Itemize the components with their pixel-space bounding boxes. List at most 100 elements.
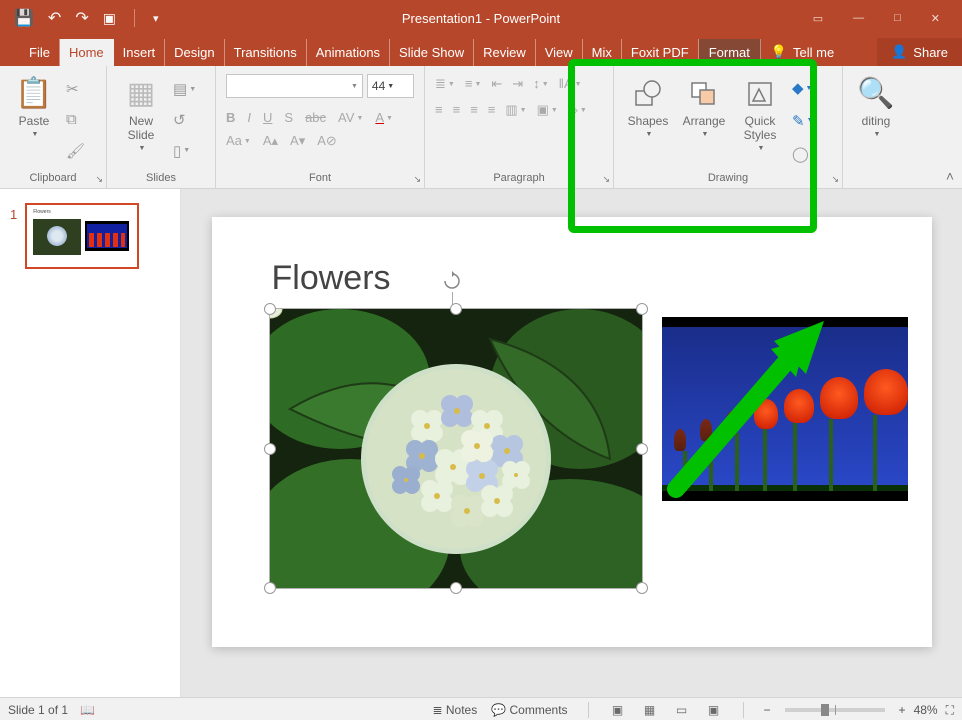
undo-icon[interactable]: ↶ [48,8,61,28]
font-color-button[interactable]: A▼ [375,110,393,125]
tab-review[interactable]: Review [474,39,536,66]
ribbon-display-options-icon[interactable]: ▭ [813,12,823,25]
tab-mix[interactable]: Mix [583,39,622,66]
underline-button[interactable]: U [263,110,272,125]
start-from-beginning-icon[interactable]: ▣ [103,10,116,27]
editing-button[interactable]: 🔍 diting ▼ [849,70,903,186]
shadow-button[interactable]: S [284,110,293,125]
normal-view-icon[interactable]: ▣ [609,703,627,717]
tab-animations[interactable]: Animations [307,39,390,66]
group-drawing: Shapes ▼ Arrange ▼ Quick Styles ▼ ◆▼ ✎▼ [614,66,843,188]
slide-title-text[interactable]: Flowers [272,259,391,298]
resize-handle-mid-left[interactable] [264,443,276,455]
clipboard-dialog-launcher-icon[interactable]: ↘ [95,174,103,185]
zoom-in-button[interactable]: + [899,703,906,717]
decrease-font-button[interactable]: A▾ [290,133,305,149]
strike-button[interactable]: abc [305,110,326,125]
resize-handle-mid-right[interactable] [636,443,648,455]
new-slide-button[interactable]: ▦ New Slide ▼ [113,70,169,170]
resize-handle-bot-mid[interactable] [450,582,462,594]
align-center-button[interactable]: ≡ [453,102,461,118]
share-button[interactable]: 👤 Share [877,38,962,66]
resize-handle-bot-right[interactable] [636,582,648,594]
qat-customize-icon[interactable]: ▾ [153,12,159,25]
increase-font-button[interactable]: A▴ [263,133,278,149]
tab-transitions[interactable]: Transitions [225,39,307,66]
smartart-button[interactable]: ◈▼ [568,102,587,118]
cut-icon[interactable]: ✂ [66,79,85,99]
zoom-out-button[interactable]: − [764,703,771,717]
numbering-button[interactable]: ≡▼ [465,76,482,92]
font-dialog-launcher-icon[interactable]: ↘ [413,174,421,185]
line-spacing-button[interactable]: ↕▼ [533,76,548,92]
tab-design[interactable]: Design [165,39,224,66]
slide-thumbnail[interactable]: Flowers [25,203,139,269]
align-left-button[interactable]: ≡ [435,102,443,118]
comments-button[interactable]: 💬 Comments [491,703,567,717]
slideshow-view-icon[interactable]: ▣ [705,703,723,717]
tab-foxit[interactable]: Foxit PDF [622,39,699,66]
maximize-icon[interactable]: □ [894,12,901,24]
decrease-indent-button[interactable]: ⇤ [491,76,502,92]
resize-handle-top-left[interactable] [264,303,276,315]
resize-handle-top-mid[interactable] [450,303,462,315]
columns-button[interactable]: ▥▼ [505,102,526,118]
section-icon[interactable]: ▯▼ [173,141,196,161]
paragraph-group-label: Paragraph [431,170,607,186]
tab-file[interactable]: File [20,39,60,66]
layout-icon[interactable]: ▤▼ [173,79,196,99]
chevron-down-icon: ▼ [872,128,881,142]
drawing-dialog-launcher-icon[interactable]: ↘ [831,174,839,185]
tab-format[interactable]: Format [699,39,761,66]
arrange-button[interactable]: Arrange ▼ [676,70,732,170]
save-icon[interactable]: 💾 [14,8,34,28]
tulips-picture[interactable] [662,317,908,501]
bold-button[interactable]: B [226,110,235,125]
fit-to-window-icon[interactable]: ⛶ [946,703,954,718]
close-icon[interactable]: ✕ [931,12,940,25]
align-right-button[interactable]: ≡ [470,102,478,118]
copy-icon[interactable]: ⧉ [66,110,85,130]
change-case-button[interactable]: Aa▼ [226,133,251,149]
tab-insert[interactable]: Insert [114,39,166,66]
shapes-button[interactable]: Shapes ▼ [620,70,676,170]
clear-formatting-button[interactable]: A⊘ [317,133,337,149]
resize-handle-bot-left[interactable] [264,582,276,594]
tell-me-search[interactable]: 💡 Tell me [761,38,844,66]
quick-styles-button[interactable]: Quick Styles ▼ [732,70,788,170]
shape-effects-button[interactable]: ◯▼ [792,144,818,164]
rotate-handle-icon[interactable] [441,270,463,292]
font-size-dropdown[interactable]: 44▼ [367,74,414,98]
redo-icon[interactable]: ↷ [75,8,88,28]
spellcheck-icon[interactable]: 📖 [80,703,95,717]
italic-button[interactable]: I [247,110,251,125]
zoom-slider-thumb[interactable] [821,704,829,716]
paste-button[interactable]: 📋 Paste ▼ [6,70,62,170]
notes-button[interactable]: ≣ Notes [432,703,477,717]
justify-button[interactable]: ≡ [488,102,496,118]
selected-picture[interactable] [270,309,642,588]
minimize-icon[interactable]: — [853,12,864,24]
increase-indent-button[interactable]: ⇥ [512,76,523,92]
zoom-percent[interactable]: 48% [914,703,938,717]
format-painter-icon[interactable]: 🖌 [66,141,85,161]
sorter-view-icon[interactable]: ▦ [641,703,659,717]
work-area: 1 Flowers Flowers [0,189,962,697]
zoom-slider[interactable] [785,708,885,712]
character-spacing-button[interactable]: AV▼ [338,110,363,125]
tab-view[interactable]: View [536,39,583,66]
slide-canvas-area[interactable]: Flowers [181,189,962,697]
tab-home[interactable]: Home [60,39,114,66]
reset-icon[interactable]: ↺ [173,110,196,130]
bullets-button[interactable]: ≣▼ [435,76,455,92]
font-family-dropdown[interactable]: ▼ [226,74,363,98]
collapse-ribbon-icon[interactable]: ˄ [946,168,954,184]
shape-fill-button[interactable]: ◆▼ [792,78,818,98]
text-direction-button[interactable]: ‖A▼ [559,76,582,92]
align-text-button[interactable]: ▣▼ [537,102,558,118]
resize-handle-top-right[interactable] [636,303,648,315]
paragraph-dialog-launcher-icon[interactable]: ↘ [602,174,610,185]
shape-outline-button[interactable]: ✎▼ [792,111,818,131]
tab-slideshow[interactable]: Slide Show [390,39,474,66]
reading-view-icon[interactable]: ▭ [673,703,691,717]
